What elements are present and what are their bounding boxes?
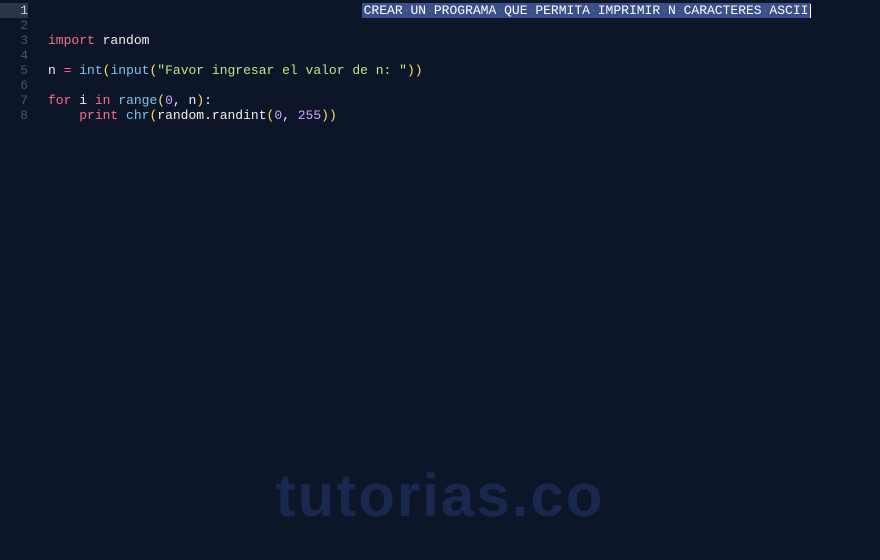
line-number: 5 (0, 63, 28, 78)
code-line-7[interactable]: for i in range(0, n): (38, 93, 880, 108)
selected-comment: CREAR·UN·PROGRAMA·QUE·PERMITA·IMPRIMIR·N… (362, 3, 811, 18)
line-number: 1 (0, 3, 28, 18)
code-line-3[interactable]: import random (38, 33, 880, 48)
text-cursor (810, 4, 811, 18)
code-line-5[interactable]: n = int(input("Favor ingresar el valor d… (38, 63, 880, 78)
line-number: 2 (0, 18, 28, 33)
line-number: 7 (0, 93, 28, 108)
line-number: 3 (0, 33, 28, 48)
code-area[interactable]: CREAR·UN·PROGRAMA·QUE·PERMITA·IMPRIMIR·N… (38, 0, 880, 560)
line-number: 6 (0, 78, 28, 93)
code-line-1[interactable]: CREAR·UN·PROGRAMA·QUE·PERMITA·IMPRIMIR·N… (38, 3, 880, 18)
code-line-4[interactable] (38, 48, 880, 63)
line-number: 4 (0, 48, 28, 63)
code-line-2[interactable] (38, 18, 880, 33)
line-number: 8 (0, 108, 28, 123)
code-line-8[interactable]: print chr(random.randint(0, 255)) (38, 108, 880, 123)
code-editor[interactable]: 1 2 3 4 5 6 7 8 CREAR·UN·PROGRAMA·QUE·PE… (0, 0, 880, 560)
line-gutter: 1 2 3 4 5 6 7 8 (0, 0, 38, 560)
code-line-6[interactable] (38, 78, 880, 93)
